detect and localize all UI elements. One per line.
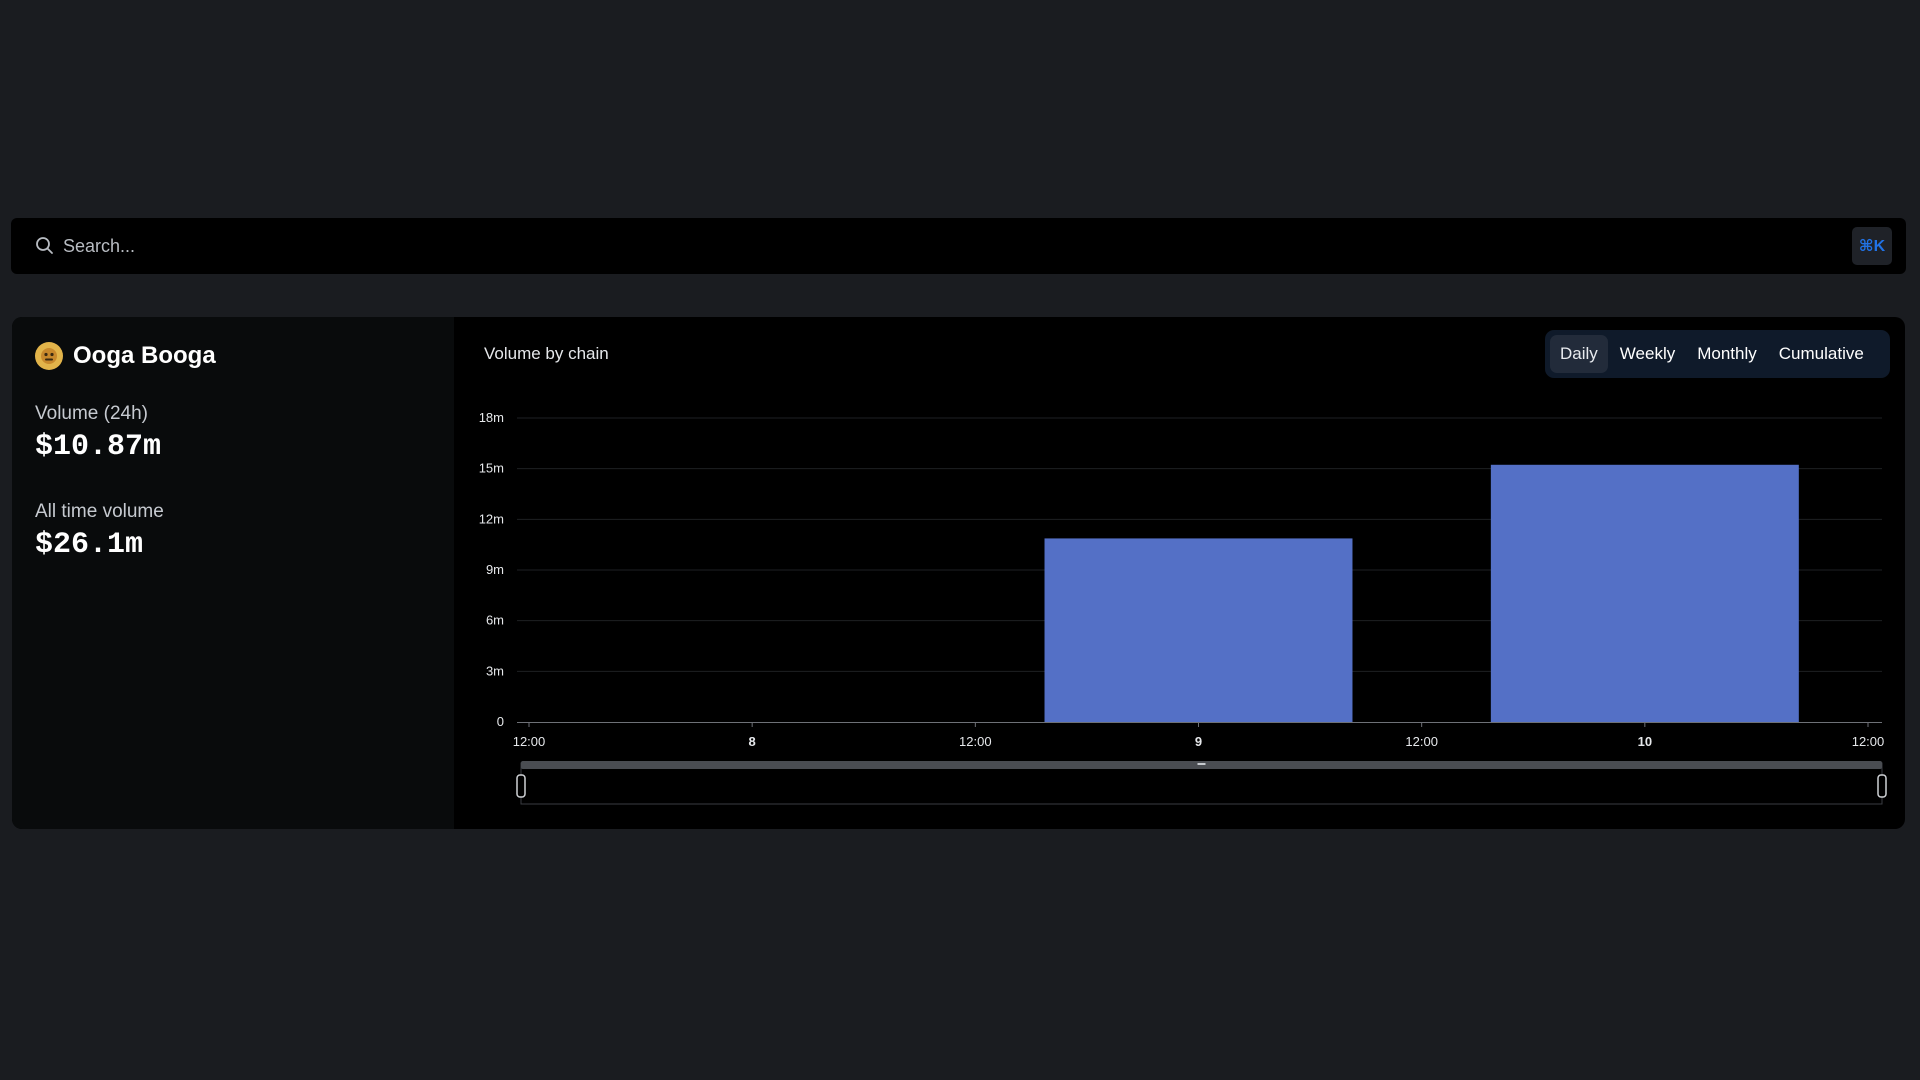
x-tick-label: 12:00 (1405, 734, 1438, 749)
x-tick-label: 12:00 (1852, 734, 1885, 749)
y-tick-label: 3m (486, 663, 504, 678)
volume-bar-chart: 0 3m 6m 9m 12m 15m 18m 12:00 8 12:00 9 12:00 10 12:00 (479, 410, 1887, 805)
search-bar[interactable]: ⌘K (11, 218, 1906, 274)
x-tick-label: 10 (1638, 734, 1652, 749)
protocol-card: Ooga Booga Volume (24h) $10.87m All time… (12, 317, 1905, 829)
zoom-handle-right[interactable] (1877, 774, 1887, 798)
zoom-handle-left[interactable] (516, 774, 526, 798)
x-tick-label: 12:00 (959, 734, 992, 749)
y-tick-label: 15m (479, 461, 504, 476)
x-tick-label: 9 (1195, 734, 1202, 749)
y-tick-label: 9m (486, 562, 504, 577)
search-shortcut-badge: ⌘K (1852, 227, 1892, 265)
y-tick-label: 6m (486, 613, 504, 628)
y-tick-label: 0 (497, 714, 504, 729)
search-icon (36, 237, 53, 254)
bar (1490, 464, 1799, 722)
x-tick-label: 8 (749, 734, 756, 749)
bar (1044, 538, 1353, 722)
zoom-slider-grip (1197, 763, 1206, 765)
zoom-slider-track (520, 762, 1883, 805)
y-tick-label: 12m (479, 511, 504, 526)
x-tick-label: 12:00 (513, 734, 546, 749)
search-input[interactable] (63, 232, 1843, 260)
y-tick-label: 18m (479, 410, 504, 425)
